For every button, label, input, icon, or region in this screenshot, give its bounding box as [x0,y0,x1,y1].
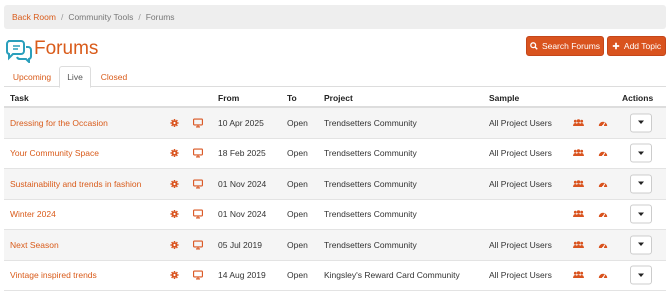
project-name: Trendsetters Community [324,239,417,250]
caret-down-icon [638,242,644,247]
project-name: Trendsetters Community [324,209,417,220]
from-date: 01 Nov 2024 [218,209,267,220]
table-row: Next Season 05 Jul 2019 Open Trendsetter… [4,230,666,261]
caret-down-icon [638,120,644,125]
users-icon[interactable] [573,149,584,157]
monitor-icon[interactable] [193,270,203,280]
column-header-task: Task [10,93,29,103]
column-header-from: From [218,93,240,103]
dashboard-icon[interactable] [598,210,608,218]
forums-table: Task From To Project Sample Actions Dres… [4,88,666,291]
table-row: Sustainability and trends in fashion 01 … [4,169,666,200]
search-forums-button[interactable]: Search Forums [526,36,604,56]
tab-upcoming[interactable]: Upcoming [6,66,58,87]
add-topic-label: Add Topic [623,41,662,51]
users-icon[interactable] [573,118,584,127]
from-date: 05 Jul 2019 [218,239,262,250]
gear-icon[interactable] [170,149,179,158]
breadcrumb: Back Room / Community Tools / Forums [4,5,666,29]
users-icon[interactable] [573,179,584,188]
caret-down-icon [638,273,644,277]
from-date: 18 Feb 2025 [218,148,266,159]
column-header-project: Project [324,93,353,103]
search-forums-label: Search Forums [541,41,601,51]
gear-icon[interactable] [170,271,179,280]
page-title: Forums [34,38,99,59]
users-icon[interactable] [573,240,584,249]
row-actions-dropdown[interactable] [630,235,652,255]
to-status: Open [287,178,308,189]
task-link[interactable]: Vintage inspired trends [10,270,97,280]
monitor-icon[interactable] [193,179,203,189]
task-link[interactable]: Winter 2024 [10,209,56,219]
dashboard-icon[interactable] [598,271,608,279]
breadcrumb-forums: Forums [145,12,175,22]
forum-chat-icon [6,40,32,63]
dashboard-icon[interactable] [598,241,608,249]
task-link[interactable]: Your Community Space [10,148,99,158]
row-actions-dropdown[interactable] [630,174,652,194]
sample-value: All Project Users [489,239,552,250]
task-link[interactable]: Next Season [10,240,59,250]
to-status: Open [287,270,308,281]
gear-icon[interactable] [170,179,179,188]
gear-icon[interactable] [170,210,179,219]
breadcrumb-community-tools[interactable]: Community Tools [68,12,133,22]
table-row: Vintage inspired trends 14 Aug 2019 Open… [4,261,666,291]
monitor-icon[interactable] [193,209,203,219]
sample-value: All Project Users [489,148,552,159]
from-date: 01 Nov 2024 [218,178,267,189]
sample-value: All Project Users [489,270,552,281]
add-topic-button[interactable]: Add Topic [607,36,666,56]
row-actions-dropdown[interactable] [630,265,652,285]
to-status: Open [287,117,308,128]
task-link[interactable]: Dressing for the Occasion [10,118,108,128]
monitor-icon[interactable] [193,118,203,128]
tab-live[interactable]: Live [59,66,91,88]
page-header: Forums Search Forums Add Topic [4,36,666,64]
column-header-actions: Actions [622,93,654,103]
from-date: 10 Apr 2025 [218,117,264,128]
project-name: Trendsetters Community [324,178,417,189]
caret-down-icon [638,151,644,155]
row-actions-dropdown[interactable] [630,143,652,163]
table-row: Dressing for the Occasion 10 Apr 2025 Op… [4,108,666,139]
to-status: Open [287,148,308,159]
tab-closed[interactable]: Closed [93,66,135,87]
dashboard-icon[interactable] [598,180,608,188]
project-name: Kingsley's Reward Card Community [324,270,460,281]
dashboard-icon[interactable] [598,149,608,157]
breadcrumb-separator: / [60,12,64,22]
monitor-icon[interactable] [193,148,203,158]
table-header: Task From To Project Sample Actions [4,88,666,108]
sample-value: All Project Users [489,117,552,128]
caret-down-icon [638,181,644,186]
plus-icon [612,42,620,50]
task-link[interactable]: Sustainability and trends in fashion [10,179,141,189]
column-header-to: To [287,93,297,103]
project-name: Trendsetters Community [324,148,417,159]
to-status: Open [287,209,308,220]
sample-value: All Project Users [489,178,552,189]
project-name: Trendsetters Community [324,117,417,128]
users-icon[interactable] [573,210,584,218]
gear-icon[interactable] [170,240,179,249]
caret-down-icon [638,212,644,216]
status-tabs: Upcoming Live Closed [4,66,666,88]
column-header-sample: Sample [489,93,520,103]
search-icon [530,42,538,50]
users-icon[interactable] [573,271,584,279]
row-actions-dropdown[interactable] [630,113,652,133]
monitor-icon[interactable] [193,240,203,250]
breadcrumb-back-room[interactable]: Back Room [12,12,56,22]
row-actions-dropdown[interactable] [630,204,652,224]
to-status: Open [287,239,308,250]
gear-icon[interactable] [170,118,179,127]
breadcrumb-separator: / [138,12,141,22]
table-row: Your Community Space 18 Feb 2025 Open Tr… [4,139,666,169]
table-row: Winter 2024 01 Nov 2024 Open Trendsetter… [4,200,666,230]
from-date: 14 Aug 2019 [218,270,266,281]
dashboard-icon[interactable] [598,119,608,127]
